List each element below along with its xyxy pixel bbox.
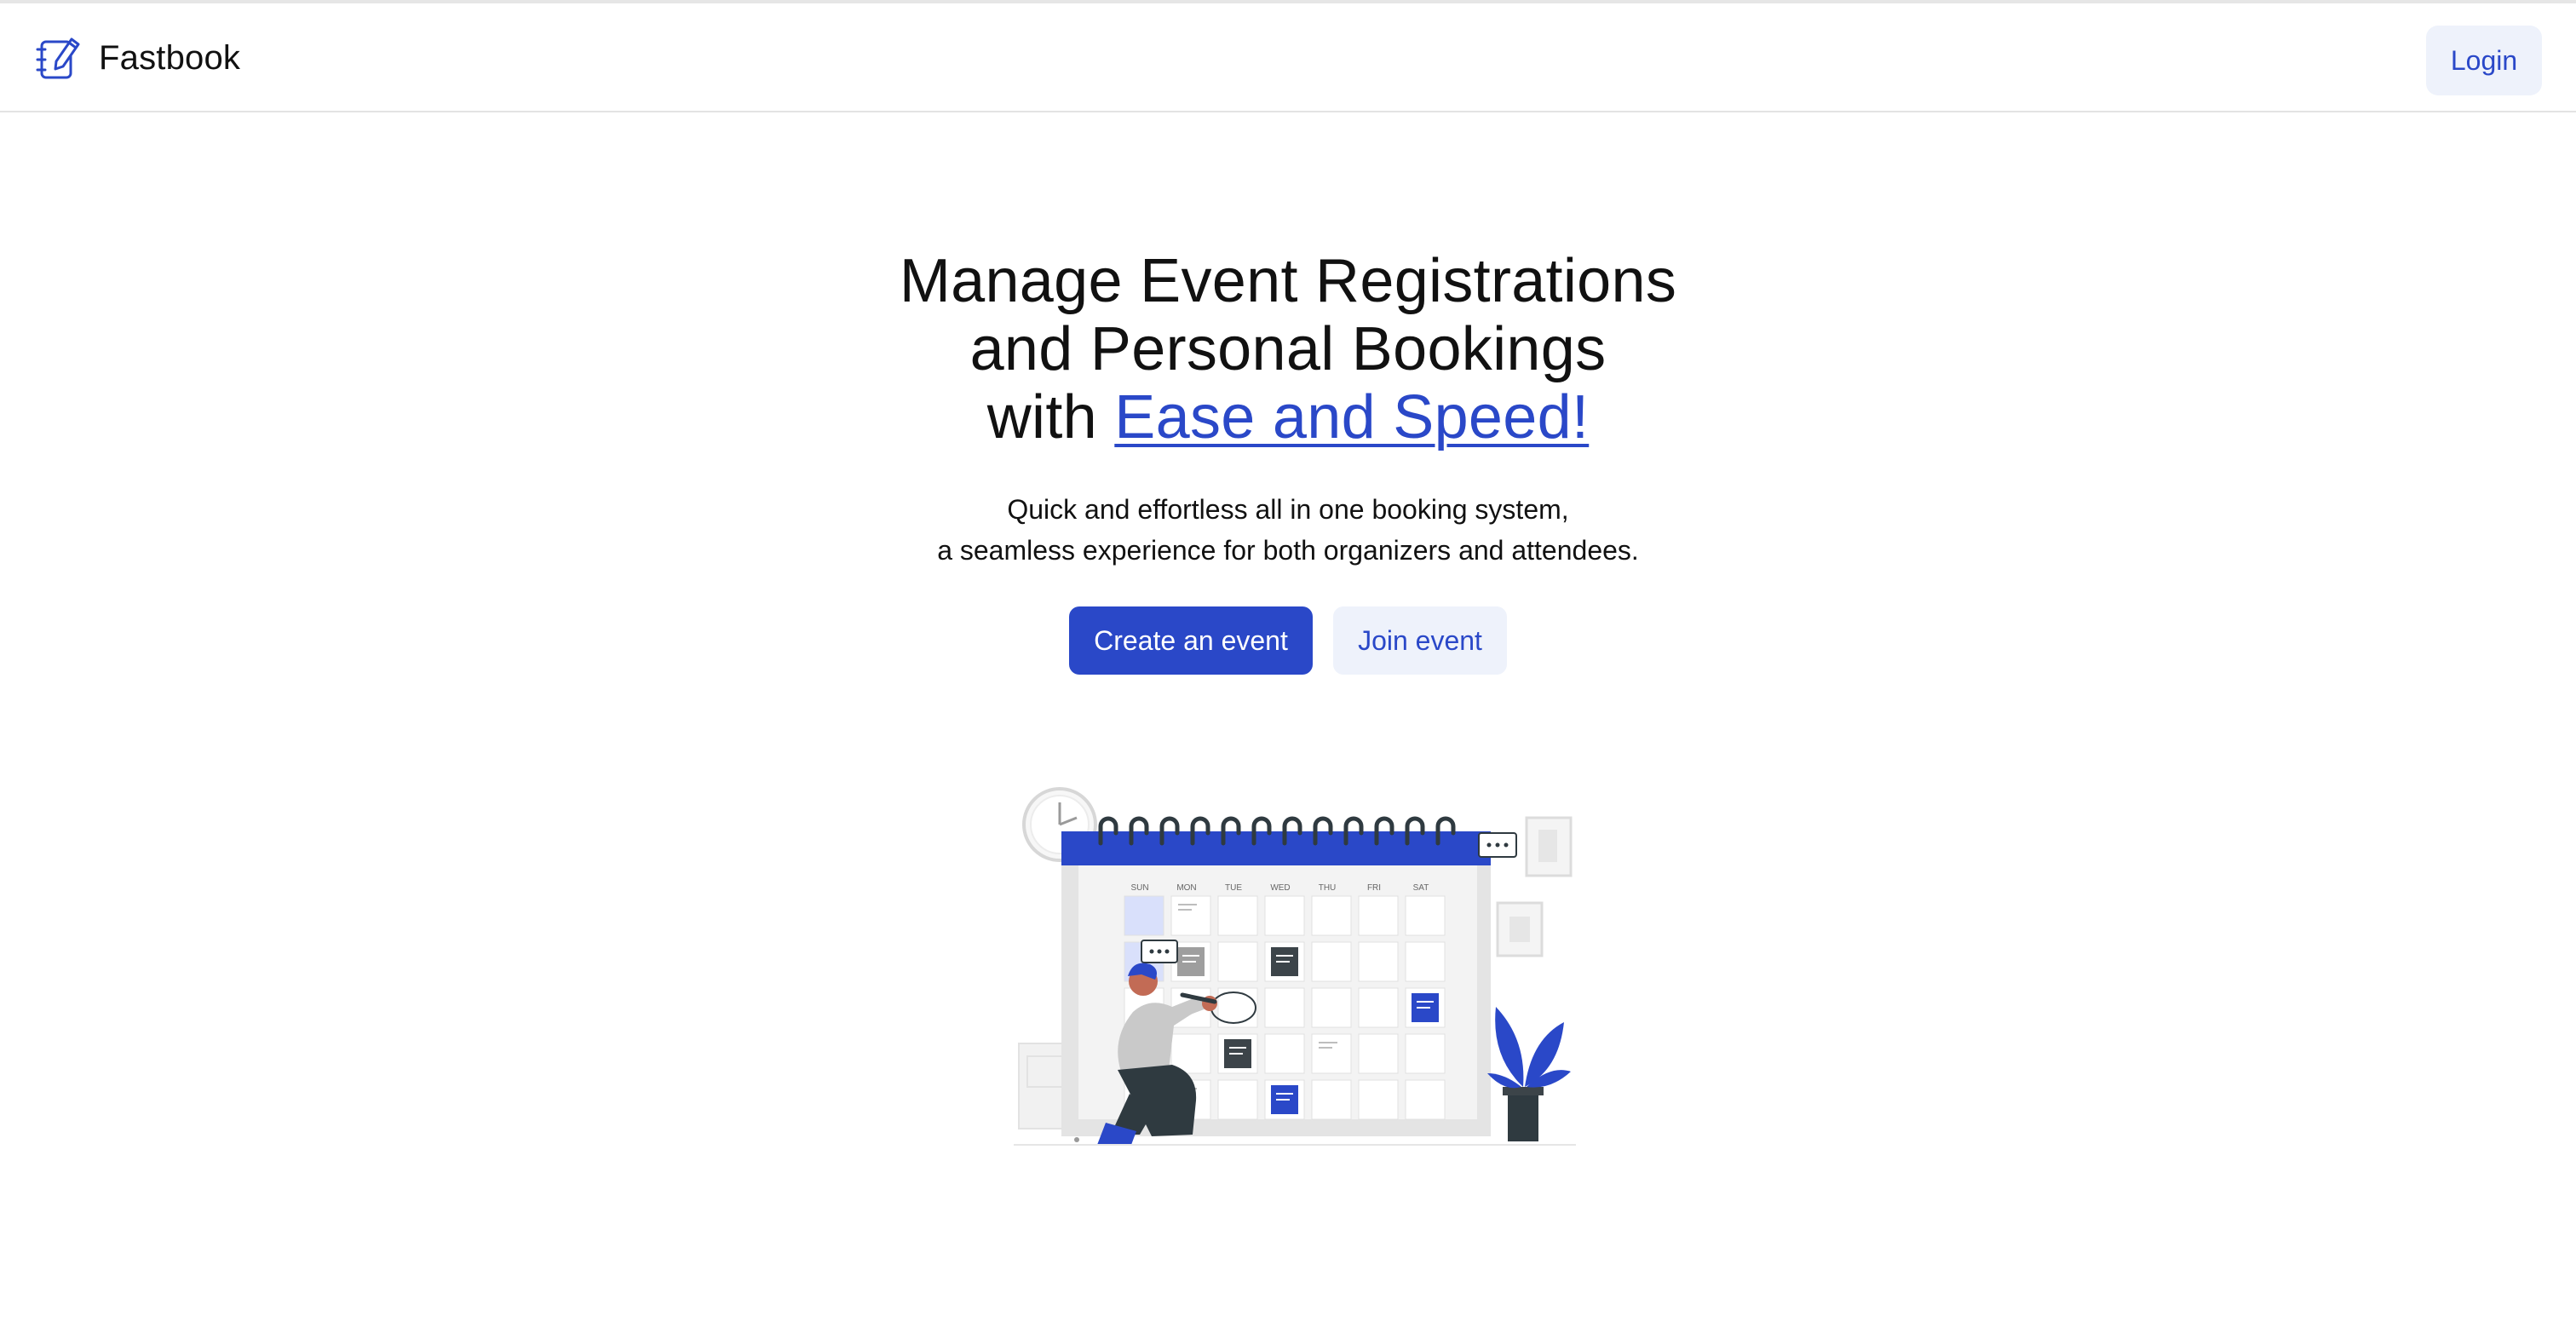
hero-title-line-3: with Ease and Speed! [0, 383, 2576, 451]
hero-title-line-2: and Personal Bookings [969, 315, 1607, 383]
brand-name: Fastbook [99, 38, 241, 77]
sticky-note [1271, 947, 1298, 976]
hero-section: Manage Event Registrations and Personal … [0, 247, 2576, 675]
join-event-button[interactable]: Join event [1333, 606, 1507, 675]
day-label-sat: SAT [1413, 883, 1429, 893]
plant-icon [1487, 1007, 1571, 1141]
brand[interactable]: Fastbook [34, 31, 240, 85]
day-label-mon: MON [1176, 883, 1196, 893]
hero-subtitle-line-2: a seamless experience for both organizer… [937, 535, 1639, 566]
day-label-tue: TUE [1225, 883, 1242, 893]
sticky-note [1271, 1085, 1298, 1114]
calendar-illustration: SUN MON TUE WED THU FRI SAT [1005, 784, 1584, 1150]
calendar-header-bar [1061, 831, 1491, 865]
background-frame-inner [1538, 830, 1557, 862]
cta-row: Create an event Join event [0, 606, 2576, 675]
day-label-thu: THU [1319, 883, 1337, 893]
create-event-button[interactable]: Create an event [1069, 606, 1313, 675]
day-label-fri: FRI [1367, 883, 1381, 893]
hero-title-line-1: Manage Event Registrations [899, 247, 1677, 315]
sticky-note [1177, 947, 1205, 976]
chat-bubble-icon [1478, 832, 1517, 858]
sticky-note [1412, 993, 1439, 1022]
calendar-illustration-svg: SUN MON TUE WED THU FRI SAT [1014, 787, 1576, 1146]
notebook-pen-icon [34, 34, 82, 82]
hero-title: Manage Event Registrations and Personal … [0, 247, 2576, 451]
chat-bubble-icon [1141, 940, 1178, 963]
navbar: Fastbook Login [0, 3, 2576, 112]
day-label-sun: SUN [1130, 883, 1148, 893]
hero-title-prefix: with [986, 383, 1115, 451]
hero-title-highlight: Ease and Speed! [1114, 383, 1590, 451]
hero-subtitle: Quick and effortless all in one booking … [0, 489, 2576, 571]
hero-subtitle-line-1: Quick and effortless all in one booking … [1007, 494, 1569, 525]
day-label-wed: WED [1270, 883, 1290, 893]
login-button[interactable]: Login [2426, 26, 2542, 95]
sticky-note [1224, 1039, 1251, 1068]
background-frame-inner [1509, 917, 1530, 942]
